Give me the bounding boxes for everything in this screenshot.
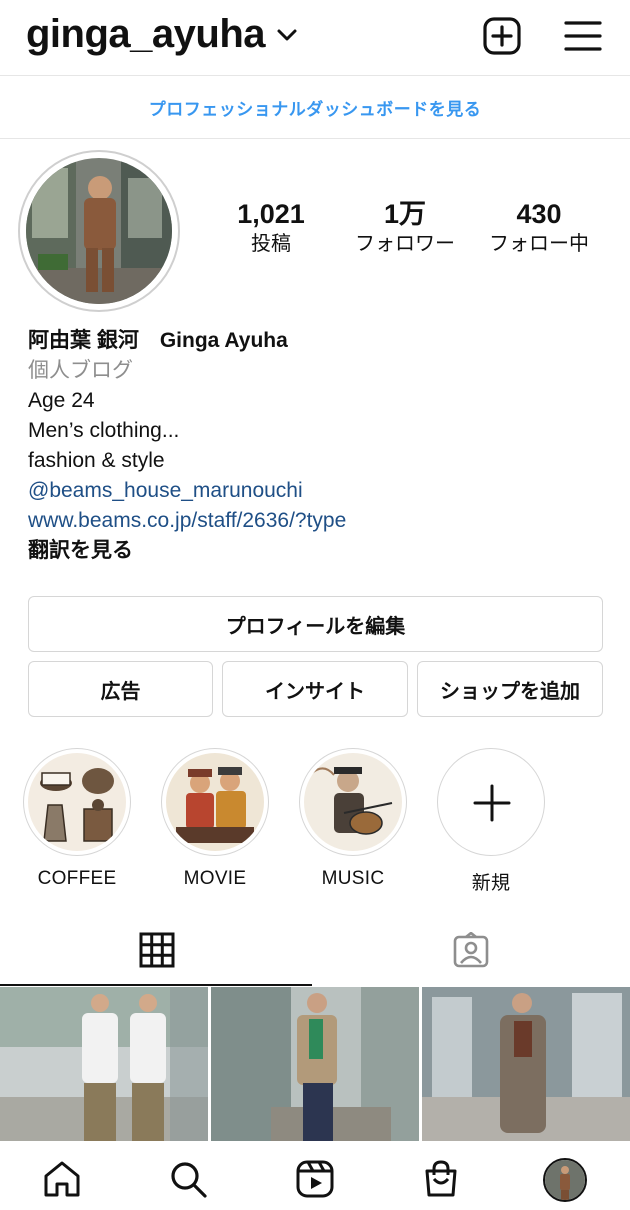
bio-website-link[interactable]: www.beams.co.jp/staff/2636/?type [28, 506, 608, 536]
followers-count: 1万 [383, 199, 427, 229]
ads-button[interactable]: 広告 [28, 661, 213, 717]
see-translation-link[interactable]: 翻訳を見る [28, 536, 608, 566]
posts-grid [0, 987, 630, 1141]
following-count: 430 [516, 199, 562, 229]
highlight-cover [161, 748, 269, 856]
followers-label: フォロワー [355, 233, 455, 255]
professional-dashboard-link[interactable]: プロフェッショナルダッシュボードを見る [149, 95, 482, 120]
avatar[interactable] [26, 158, 172, 304]
highlight-label: MUSIC [321, 868, 385, 889]
followers-stat[interactable]: 1万 フォロワー [340, 198, 470, 258]
bio-mention-link[interactable]: @beams_house_marunouchi [28, 476, 608, 506]
tagged-person-icon [453, 932, 489, 968]
post-thumbnail[interactable] [0, 987, 208, 1141]
highlight-label: COFFEE [37, 868, 117, 889]
tab-tagged[interactable] [315, 918, 630, 986]
posts-count: 1,021 [237, 199, 305, 229]
following-label: フォロー中 [489, 233, 589, 255]
highlight-new[interactable]: 新規 [436, 748, 546, 895]
top-bar: ginga_ayuha [0, 0, 630, 76]
post-thumbnail[interactable] [211, 987, 419, 1141]
post-thumbnail[interactable] [422, 987, 630, 1141]
tab-posts-grid[interactable] [0, 918, 312, 986]
highlight-label: MOVIE [183, 868, 247, 889]
profile-tabs [0, 918, 630, 986]
coffee-illustration-icon [28, 753, 126, 851]
movie-illustration-icon [166, 753, 264, 851]
profile-category: 個人ブログ [28, 359, 133, 382]
bio-line: fashion & style [28, 449, 165, 472]
highlight-movie[interactable]: MOVIE [160, 748, 270, 890]
reels-icon[interactable] [295, 1159, 335, 1199]
profile-avatar[interactable] [543, 1158, 587, 1202]
highlight-coffee[interactable]: COFFEE [22, 748, 132, 890]
new-post-icon[interactable] [482, 16, 522, 56]
chevron-down-icon[interactable] [276, 24, 298, 46]
bio-line: Age 24 [28, 389, 95, 412]
search-icon[interactable] [168, 1159, 208, 1199]
insights-button[interactable]: インサイト [222, 661, 408, 717]
plus-icon [473, 784, 511, 822]
highlight-cover [23, 748, 131, 856]
following-stat[interactable]: 430 フォロー中 [474, 198, 604, 258]
highlight-cover [299, 748, 407, 856]
bio-line: Men’s clothing... [28, 419, 180, 442]
home-icon[interactable] [42, 1159, 82, 1199]
edit-profile-button[interactable]: プロフィールを編集 [28, 596, 603, 652]
profile-username[interactable]: ginga_ayuha [26, 12, 266, 57]
bottom-navigation [0, 1141, 630, 1210]
shop-icon[interactable] [421, 1159, 461, 1199]
music-illustration-icon [304, 753, 402, 851]
new-highlight-circle [437, 748, 545, 856]
menu-icon[interactable] [563, 16, 603, 56]
professional-dashboard-banner[interactable]: プロフェッショナルダッシュボードを見る [0, 77, 630, 139]
profile-bio: 阿由葉 銀河 Ginga Ayuha 個人ブログ Age 24 Men’s cl… [28, 326, 608, 566]
grid-icon [139, 932, 175, 968]
highlight-music[interactable]: MUSIC [298, 748, 408, 890]
display-name: 阿由葉 銀河 Ginga Ayuha [28, 329, 288, 352]
posts-label: 投稿 [251, 233, 291, 255]
posts-stat[interactable]: 1,021 投稿 [206, 198, 336, 258]
highlight-label: 新規 [471, 873, 511, 894]
add-shop-button[interactable]: ショップを追加 [417, 661, 603, 717]
